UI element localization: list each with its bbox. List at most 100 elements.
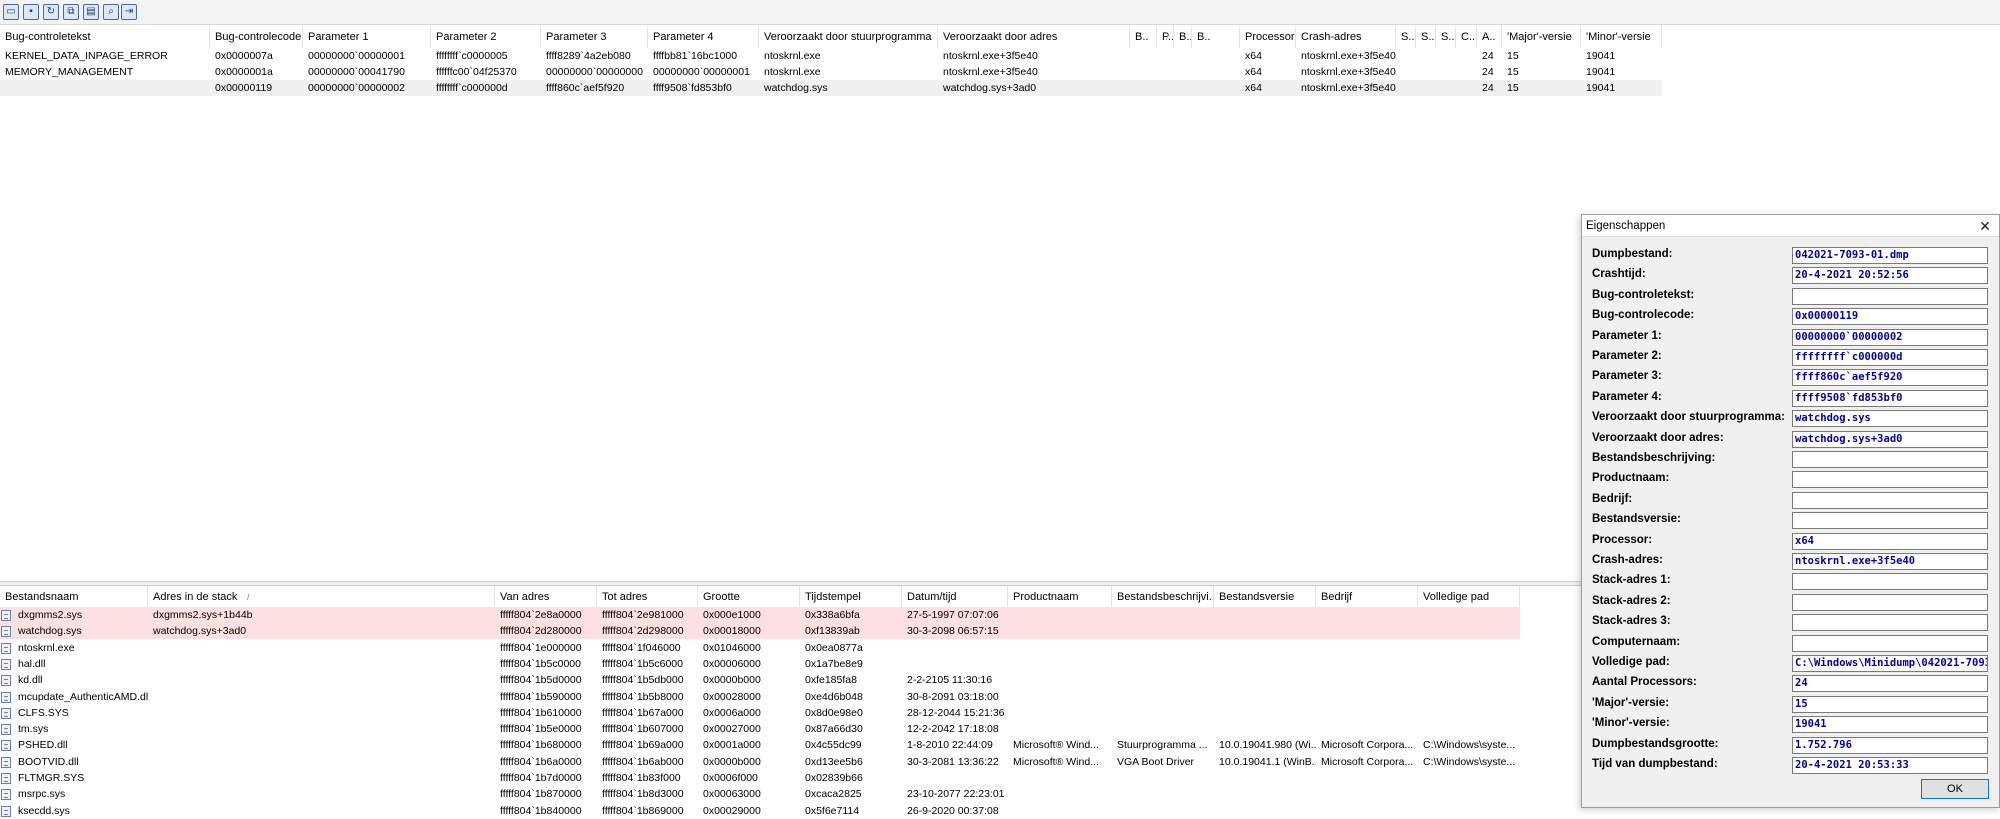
column-header-major-versie-19[interactable]: 'Major'-versie bbox=[1502, 26, 1581, 48]
column-header-bedrijf[interactable]: Bedrijf bbox=[1316, 586, 1418, 608]
property-row: Volledige pad: C:\Windows\Minidump\042021… bbox=[1582, 653, 1999, 673]
column-header-van-adres[interactable]: Van adres bbox=[495, 586, 597, 608]
save-icon[interactable]: ▪ bbox=[23, 4, 39, 20]
property-value-field[interactable] bbox=[1792, 614, 1988, 632]
crash-row[interactable]: KERNEL_DATA_INPAGE_ERROR 0x0000007a 000000… bbox=[0, 48, 1662, 64]
property-value-field[interactable]: 00000000`00000002 bbox=[1792, 328, 1988, 346]
driver-row[interactable]: CLFS.SYS fffff804`1b610000 fffff804`1b67a0… bbox=[0, 705, 1520, 721]
property-value-field[interactable] bbox=[1792, 287, 1988, 305]
driver-row[interactable]: tm.sys fffff804`1b5e0000 fffff804`1b607000… bbox=[0, 721, 1520, 737]
property-value-field[interactable]: 20-4-2021 20:52:56 bbox=[1792, 267, 1988, 285]
exit-icon[interactable]: ⇥ bbox=[121, 4, 137, 20]
driver-row[interactable]: dxgmms2.sys dxgmms2.sys+1b44b fffff804`2e8… bbox=[0, 607, 1520, 623]
column-header-parameter-1-2[interactable]: Parameter 1 bbox=[303, 26, 431, 48]
property-value-field[interactable]: watchdog.sys bbox=[1792, 410, 1988, 428]
property-value-field[interactable]: 042021-7093-01.dmp bbox=[1792, 247, 1988, 264]
column-header-veroorzaakt-door-stuurprogramma-6[interactable]: Veroorzaakt door stuurprogramma bbox=[759, 26, 938, 48]
window-icon[interactable]: ▭ bbox=[3, 4, 19, 20]
column-header-parameter-4-5[interactable]: Parameter 4 bbox=[648, 26, 759, 48]
column-header-adres-in-de-stack[interactable]: Adres in de stack bbox=[148, 586, 495, 608]
column-header-c-17[interactable]: C.. bbox=[1456, 26, 1477, 48]
column-header-s-14[interactable]: S.. bbox=[1396, 26, 1416, 48]
find-icon[interactable]: ⌕ bbox=[103, 4, 119, 20]
driver-row[interactable]: BOOTVID.dll fffff804`1b6a0000 fffff804`1b6… bbox=[0, 754, 1520, 770]
property-value-field[interactable] bbox=[1792, 573, 1988, 591]
driver-row[interactable]: mcupdate_AuthenticAMD.dll fffff804`1b5900… bbox=[0, 689, 1520, 705]
column-header-b-8[interactable]: B.. bbox=[1130, 26, 1157, 48]
property-value-field[interactable]: ffff860c`aef5f920 bbox=[1792, 369, 1988, 387]
driver-row[interactable]: PSHED.dll fffff804`1b680000 fffff804`1b69a… bbox=[0, 737, 1520, 753]
crash-cell: ntoskrnl.exe bbox=[764, 50, 821, 62]
copy-icon[interactable]: ⧉ bbox=[63, 4, 79, 20]
property-value-field[interactable] bbox=[1792, 451, 1988, 468]
crash-cell bbox=[1436, 80, 1456, 96]
driver-cell: fffff804`1b610000 bbox=[500, 706, 582, 719]
crash-cell bbox=[1192, 80, 1240, 96]
ok-button[interactable]: OK bbox=[1921, 779, 1989, 799]
column-header-productnaam[interactable]: Productnaam bbox=[1008, 586, 1112, 608]
column-header-minor-versie-20[interactable]: 'Minor'-versie bbox=[1581, 26, 1662, 48]
column-header-veroorzaakt-door-adres-7[interactable]: Veroorzaakt door adres bbox=[938, 26, 1130, 48]
column-header-crash-adres-13[interactable]: Crash-adres bbox=[1296, 26, 1396, 48]
property-value-field[interactable]: 20-4-2021 20:53:33 bbox=[1792, 757, 1988, 774]
column-header-bestandsbeschrijvi[interactable]: Bestandsbeschrijvi... bbox=[1112, 586, 1214, 608]
column-header-bug-controletekst-0[interactable]: Bug-controletekst bbox=[0, 26, 210, 48]
property-value-field[interactable]: ntoskrnl.exe+3f5e40 bbox=[1792, 553, 1988, 570]
close-icon[interactable]: ✕ bbox=[1977, 217, 1993, 235]
column-header-s-15[interactable]: S.. bbox=[1416, 26, 1436, 48]
column-header-b-11[interactable]: B.. bbox=[1192, 26, 1240, 48]
column-header-bestandsversie[interactable]: Bestandsversie bbox=[1214, 586, 1316, 608]
property-value-field[interactable] bbox=[1792, 471, 1988, 489]
property-value-field[interactable] bbox=[1792, 593, 1988, 611]
property-value-field[interactable] bbox=[1792, 491, 1988, 509]
column-header-parameter-2-3[interactable]: Parameter 2 bbox=[431, 26, 541, 48]
property-value-field[interactable]: 19041 bbox=[1792, 716, 1988, 734]
driver-row[interactable]: ntoskrnl.exe fffff804`1e000000 fffff804`1f… bbox=[0, 640, 1520, 656]
refresh-icon[interactable]: ↻ bbox=[43, 4, 59, 20]
column-header-volledige-pad[interactable]: Volledige pad bbox=[1418, 586, 1520, 608]
property-value-field[interactable] bbox=[1792, 512, 1988, 530]
property-value-field[interactable]: 0x00000119 bbox=[1792, 308, 1988, 326]
property-row: Parameter 3: ffff860c`aef5f920 bbox=[1582, 367, 1999, 387]
property-value-field[interactable]: C:\Windows\Minidump\042021-7093-01.dmp bbox=[1792, 655, 1988, 672]
driver-cell: Microsoft® Wind... bbox=[1013, 755, 1099, 768]
crash-row[interactable]: MEMORY_MANAGEMENT 0x0000001a 00000000`0004… bbox=[0, 64, 1662, 80]
column-header-grootte[interactable]: Grootte bbox=[698, 586, 800, 608]
property-value-field[interactable]: 24 bbox=[1792, 675, 1988, 693]
driver-row[interactable]: FLTMGR.SYS fffff804`1b7d0000 fffff804`1b83… bbox=[0, 770, 1520, 786]
driver-cell: 0x00063000 bbox=[703, 788, 761, 801]
property-label: Dumpbestand: bbox=[1592, 248, 1673, 260]
column-header-s-16[interactable]: S.. bbox=[1436, 26, 1456, 48]
driver-row[interactable]: kd.dll fffff804`1b5d0000 fffff804`1b5db000… bbox=[0, 672, 1520, 688]
crash-cell: 15 bbox=[1507, 82, 1519, 94]
property-row: Bedrijf: bbox=[1582, 490, 1999, 510]
driver-row[interactable]: ksecdd.sys fffff804`1b840000 fffff804`1b86… bbox=[0, 803, 1520, 819]
driver-cell: 10.0.19041.980 (Wi... bbox=[1219, 739, 1316, 752]
property-value-field[interactable]: ffff9508`fd853bf0 bbox=[1792, 389, 1988, 407]
property-value-field[interactable]: watchdog.sys+3ad0 bbox=[1792, 430, 1988, 448]
driver-cell bbox=[1214, 770, 1316, 786]
driver-cell bbox=[1214, 672, 1316, 688]
column-header-bestandsnaam[interactable]: Bestandsnaam bbox=[0, 586, 148, 608]
column-header-a-18[interactable]: A.. bbox=[1477, 26, 1502, 48]
column-header-tijdstempel[interactable]: Tijdstempel bbox=[800, 586, 902, 608]
column-header-bug-controlecode-1[interactable]: Bug-controlecode bbox=[210, 26, 303, 48]
column-header-tot-adres[interactable]: Tot adres bbox=[597, 586, 698, 608]
property-label: Volledige pad: bbox=[1592, 656, 1670, 668]
crash-row[interactable]: 0x00000119 00000000`00000002 ffffffff`c000… bbox=[0, 80, 1662, 96]
column-header-processor-12[interactable]: Processor bbox=[1240, 26, 1296, 48]
driver-cell bbox=[1214, 689, 1316, 705]
column-header-parameter-3-4[interactable]: Parameter 3 bbox=[541, 26, 648, 48]
driver-row[interactable]: msrpc.sys fffff804`1b870000 fffff804`1b8d3… bbox=[0, 786, 1520, 802]
driver-row[interactable]: watchdog.sys watchdog.sys+3ad0 fffff804`2d… bbox=[0, 623, 1520, 640]
property-value-field[interactable]: 1.752.796 bbox=[1792, 736, 1988, 754]
property-value-field[interactable]: ffffffff`c000000d bbox=[1792, 349, 1988, 366]
properties-icon[interactable]: ▤ bbox=[83, 4, 99, 20]
driver-cell: fffff804`2d280000 bbox=[500, 625, 582, 638]
column-header-datum-tijd[interactable]: Datum/tijd bbox=[902, 586, 1008, 608]
driver-row[interactable]: hal.dll fffff804`1b5c0000 fffff804`1b5c600… bbox=[0, 656, 1520, 672]
property-value-field[interactable]: x64 bbox=[1792, 532, 1988, 550]
property-value-field[interactable]: 15 bbox=[1792, 695, 1988, 713]
property-value-field[interactable] bbox=[1792, 634, 1988, 652]
column-header-b-10[interactable]: B.. bbox=[1174, 26, 1192, 48]
